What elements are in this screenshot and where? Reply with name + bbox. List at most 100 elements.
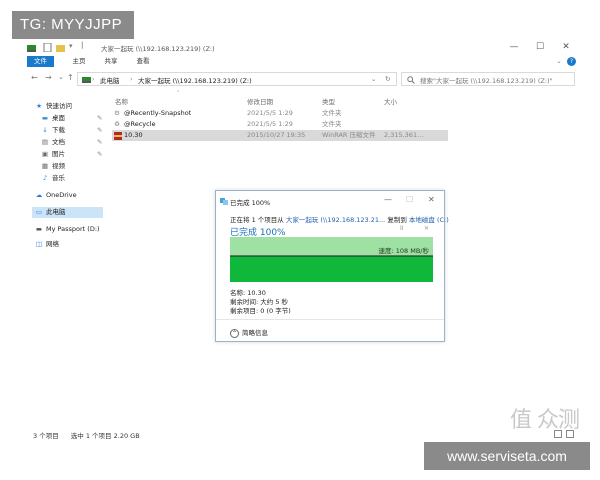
star-icon: ★ <box>36 102 42 110</box>
sidebar-item-my-passport[interactable]: ▬ My Passport (D:) <box>35 224 103 235</box>
sidebar-item-network[interactable]: ◫ 网络 <box>35 239 103 250</box>
file-row[interactable]: ⚙ @Recently-Snapshot 2021/5/5 1:29 文件夹 <box>112 108 448 119</box>
dialog-maximize-button: ☐ <box>406 195 414 204</box>
file-size: 2,315,361... <box>384 131 424 139</box>
recent-dropdown-icon[interactable]: ⌄ <box>58 73 64 81</box>
chevron-up-icon: ⌃ <box>230 329 239 338</box>
tab-home[interactable]: 主页 <box>67 56 91 67</box>
pin-icon: ✎ <box>97 150 103 158</box>
sidebar-item-music[interactable]: ♪ 音乐 <box>41 173 103 184</box>
copy-destination-link[interactable]: 本地磁盘 (C:) <box>409 216 449 224</box>
detail-items-remaining: 剩余项目: 0 (0 字节) <box>230 307 291 315</box>
pause-icon[interactable]: II <box>400 225 404 232</box>
large-icons-view-icon[interactable] <box>566 430 574 438</box>
sidebar-item-documents[interactable]: ▤ 文档 ✎ <box>41 137 103 148</box>
picture-icon: ▣ <box>41 150 49 158</box>
up-button[interactable]: ↑ <box>67 73 74 82</box>
pin-icon: ✎ <box>97 126 103 134</box>
forward-button[interactable]: → <box>45 73 52 82</box>
close-button[interactable]: ✕ <box>557 41 575 53</box>
cancel-icon[interactable]: ✕ <box>424 225 429 232</box>
file-row[interactable]: ♻ @Recycle 2021/5/5 1:29 文件夹 <box>112 119 448 130</box>
desktop-icon: ▬ <box>41 114 49 122</box>
minimize-button[interactable]: — <box>505 41 523 53</box>
title-bar: ▾ | 大家一起玩 (\\192.168.123.219) (Z:) — ☐ ✕ <box>25 40 577 55</box>
transfer-speed: 速度: 108 MB/秒 <box>378 247 430 255</box>
address-dropdown-icon[interactable]: ⌄ <box>371 75 376 83</box>
sidebar-item-label: 文档 <box>52 138 65 146</box>
properties-icon[interactable] <box>43 43 52 52</box>
window-title: 大家一起玩 (\\192.168.123.219) (Z:) <box>101 45 215 53</box>
column-header-name[interactable]: 名称 <box>115 96 128 106</box>
tab-file[interactable]: 文件 <box>27 56 54 67</box>
address-row: ← → ⌄ ↑ › 此电脑 › 大家一起玩 (\\192.168.123.219… <box>25 70 577 88</box>
file-row-selected[interactable]: 10.30 2015/10/27 19:35 WinRAR 压缩文件 2,315… <box>112 130 448 141</box>
sidebar-item-label: OneDrive <box>46 191 77 199</box>
copy-icon <box>220 198 228 205</box>
sidebar-item-label: 视频 <box>52 162 65 170</box>
details-view-icon[interactable] <box>554 430 562 438</box>
ribbon-tabs: 文件 主页 共享 查看 ⌄ ? <box>25 55 577 68</box>
copy-desc-mid: 复制到 <box>387 216 407 224</box>
search-input[interactable]: 搜索"大家一起玩 (\\192.168.123.219) (Z:)" <box>401 72 575 86</box>
column-header-date[interactable]: 修改日期 <box>247 96 273 106</box>
file-type: 文件夹 <box>322 109 342 117</box>
maximize-button[interactable]: ☐ <box>531 41 549 53</box>
sidebar-item-label: 网络 <box>46 240 59 248</box>
computer-icon: ▭ <box>35 208 43 216</box>
winrar-archive-icon <box>114 132 122 140</box>
copy-description: 正在将 1 个项目从 大家一起玩 (\\192.168.123.21... 复制… <box>230 214 449 224</box>
qa-divider: | <box>81 41 84 49</box>
video-icon: ▦ <box>41 162 49 170</box>
pin-icon: ✎ <box>97 114 103 122</box>
dialog-minimize-button[interactable]: — <box>384 195 392 204</box>
breadcrumb-drive[interactable]: 大家一起玩 (\\192.168.123.219) (Z:) <box>138 75 252 85</box>
sidebar-item-this-pc[interactable]: ▭ 此电脑 <box>32 207 103 218</box>
tab-view[interactable]: 查看 <box>131 56 155 67</box>
fewer-details-button[interactable]: ⌃ 简略信息 <box>230 327 268 338</box>
sidebar-item-videos[interactable]: ▦ 视频 <box>41 161 103 172</box>
sidebar-item-desktop[interactable]: ▬ 桌面 ✎ <box>41 113 103 124</box>
ribbon-expand-icon[interactable]: ⌄ <box>555 56 563 67</box>
breadcrumb-this-pc[interactable]: 此电脑 <box>100 75 120 85</box>
copy-source-link[interactable]: 大家一起玩 (\\192.168.123.21... <box>286 216 385 224</box>
refresh-button[interactable]: ↻ <box>385 75 390 83</box>
tab-share[interactable]: 共享 <box>99 56 123 67</box>
dialog-divider <box>216 319 444 320</box>
column-header-type[interactable]: 类型 <box>322 96 335 106</box>
sidebar-item-label: 快速访问 <box>46 102 72 110</box>
status-bar: 3 个项目 选中 1 个项目 2.20 GB <box>33 430 150 440</box>
site-watermark: www.serviseta.com <box>424 442 590 470</box>
breadcrumb-sep-icon: › <box>130 75 133 83</box>
help-icon[interactable]: ? <box>567 57 576 66</box>
transfer-speed-graph: 速度: 108 MB/秒 <box>230 237 433 282</box>
fewer-details-label: 简略信息 <box>242 329 268 337</box>
address-bar[interactable]: › 此电脑 › 大家一起玩 (\\192.168.123.219) (Z:) ⌄… <box>77 72 397 86</box>
sidebar-item-pictures[interactable]: ▣ 图片 ✎ <box>41 149 103 160</box>
sidebar-item-label: 桌面 <box>52 114 65 122</box>
sidebar-item-quick-access[interactable]: ★ 快速访问 <box>35 101 103 112</box>
tg-watermark: TG: MYYJJPP <box>12 11 134 39</box>
new-folder-icon[interactable] <box>56 43 65 52</box>
sidebar-item-label: 下载 <box>52 126 65 134</box>
dialog-close-button[interactable]: ✕ <box>428 195 435 204</box>
file-date: 2015/10/27 19:35 <box>247 131 306 139</box>
qa-dropdown-icon[interactable]: ▾ <box>69 42 78 51</box>
pin-icon: ✎ <box>97 138 103 146</box>
sidebar-item-onedrive[interactable]: ☁ OneDrive <box>35 190 103 201</box>
column-header-size[interactable]: 大小 <box>384 96 397 106</box>
breadcrumb-sep-icon: › <box>92 75 95 83</box>
file-type: 文件夹 <box>322 120 342 128</box>
back-button[interactable]: ← <box>31 73 38 82</box>
download-icon: ↓ <box>42 126 48 134</box>
sidebar-item-label: 此电脑 <box>46 208 66 216</box>
sidebar-item-downloads[interactable]: ↓ 下载 ✎ <box>41 125 103 136</box>
cloud-icon: ☁ <box>35 191 43 199</box>
search-icon <box>407 76 415 84</box>
dialog-title: 已完成 100% <box>230 199 271 207</box>
recycle-icon: ♻ <box>114 120 120 128</box>
speed-line <box>230 255 433 257</box>
copy-desc-prefix: 正在将 1 个项目从 <box>230 216 284 224</box>
document-icon: ▤ <box>41 138 49 146</box>
search-placeholder: 搜索"大家一起玩 (\\192.168.123.219) (Z:)" <box>420 77 553 85</box>
